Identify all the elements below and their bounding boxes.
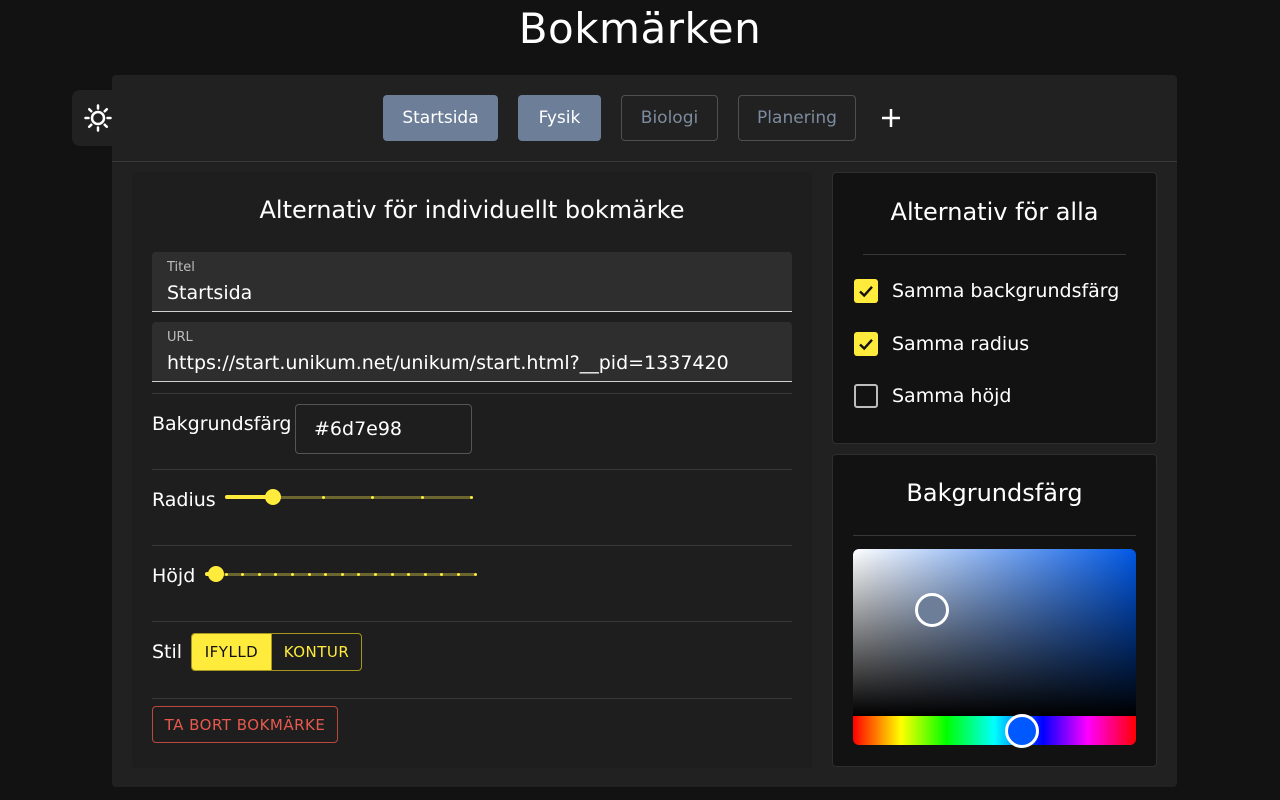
radius-slider-tick [371,496,374,499]
tab-biologi[interactable]: Biologi [621,95,718,141]
saturation-picker-handle[interactable] [915,593,949,627]
tab-startsida[interactable]: Startsida [383,95,498,141]
individual-options-panel: Alternativ för individuellt bokmärke Tit… [132,172,812,768]
height-slider-tick [224,573,228,576]
height-label: Höjd [152,565,196,587]
saturation-picker[interactable] [853,549,1136,716]
divider [152,393,792,394]
height-slider-tick [257,573,261,576]
height-slider-tick [457,573,460,576]
divider [863,254,1126,255]
same-height-option[interactable]: Samma höjd [854,383,1011,409]
background-color-input[interactable]: #6d7e98 [295,404,472,454]
radius-slider-tick [322,496,325,499]
height-slider-tick [423,573,427,576]
title-field-value: Startsida [167,282,253,304]
bookmark-editor-card: Startsida Fysik Biologi Planering Altern… [112,75,1177,787]
height-slider-tick [374,573,377,576]
height-slider-tick [473,573,477,576]
radius-slider-tick [470,496,473,499]
divider [152,545,792,546]
sun-icon [84,104,112,132]
divider [152,698,792,699]
color-picker-panel: Bakgrundsfärg [832,454,1157,767]
height-slider-tick [291,573,294,576]
height-slider-tick [340,573,344,576]
all-options-panel: Alternativ för alla Samma backgrundsfärg… [832,172,1157,444]
check-icon [859,338,873,351]
url-field[interactable]: URL https://start.unikum.net/unikum/star… [152,322,792,382]
style-filled-button[interactable]: IFYLLD [192,634,271,670]
title-field[interactable]: Titel Startsida [152,252,792,312]
background-color-value: #6d7e98 [314,418,403,440]
divider [152,621,792,622]
color-picker-title: Bakgrundsfärg [906,479,1083,507]
same-radius-option[interactable]: Samma radius [854,331,1029,357]
url-field-value: https://start.unikum.net/unikum/start.ht… [167,352,729,374]
url-field-label: URL [167,330,193,345]
all-options-title: Alternativ för alla [890,198,1099,226]
delete-bookmark-button[interactable]: TA BORT BOKMÄRKE [152,706,338,743]
same-background-option[interactable]: Samma backgrundsfärg [854,278,1119,304]
radius-slider-thumb[interactable] [265,489,281,505]
individual-options-title: Alternativ för individuellt bokmärke [259,196,685,224]
tab-planering[interactable]: Planering [738,95,856,141]
style-label: Stil [152,641,183,663]
height-slider[interactable] [205,559,477,589]
radius-slider-tick [421,496,424,499]
same-height-checkbox[interactable] [854,384,878,408]
background-color-label: Bakgrundsfärg [152,413,292,435]
same-radius-checkbox[interactable] [854,332,878,356]
check-icon [859,285,873,298]
style-toggle-group: IFYLLD KONTUR [191,633,362,671]
hue-slider-handle[interactable] [1005,714,1039,748]
title-field-label: Titel [167,260,195,275]
radius-slider[interactable] [225,482,475,512]
divider [853,535,1136,536]
tab-fysik[interactable]: Fysik [518,95,601,141]
hue-slider[interactable] [853,714,1136,748]
same-height-label: Samma höjd [892,385,1012,407]
same-background-checkbox[interactable] [854,279,878,303]
bookmark-tabbar: Startsida Fysik Biologi Planering [112,75,1177,162]
height-slider-tick [307,573,311,576]
same-background-label: Samma backgrundsfärg [892,280,1120,302]
style-outline-button[interactable]: KONTUR [271,634,361,670]
plus-icon [882,109,900,127]
page-title: Bokmärken [518,4,762,53]
add-tab-button[interactable] [874,100,908,136]
radius-label: Radius [152,489,216,511]
same-radius-label: Samma radius [892,333,1030,355]
height-slider-tick [390,573,394,576]
divider [152,469,792,470]
height-slider-thumb[interactable] [208,566,224,582]
